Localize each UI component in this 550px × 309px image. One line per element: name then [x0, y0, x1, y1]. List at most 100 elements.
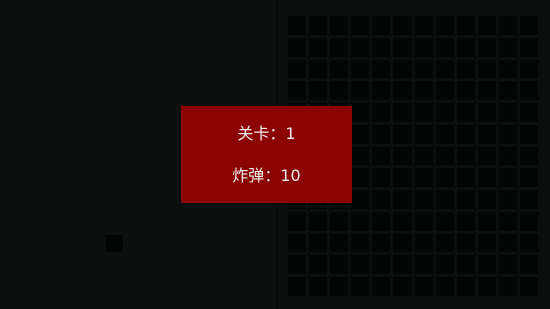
minefield-cell[interactable]	[309, 211, 328, 231]
minefield-cell[interactable]	[456, 16, 475, 35]
minefield-cell[interactable]	[477, 37, 496, 57]
minefield-cell[interactable]	[414, 255, 433, 275]
minefield-cell[interactable]	[498, 190, 517, 209]
minefield-cell[interactable]	[351, 124, 370, 144]
minefield-cell[interactable]	[330, 16, 349, 35]
minefield-cell[interactable]	[435, 277, 454, 296]
minefield-cell[interactable]	[351, 59, 370, 79]
minefield-cell[interactable]	[498, 146, 517, 166]
minefield-cell[interactable]	[372, 211, 391, 231]
minefield-cell[interactable]	[414, 59, 433, 79]
minefield-cell[interactable]	[414, 277, 433, 296]
minefield-cell[interactable]	[435, 81, 454, 101]
minefield-cell[interactable]	[330, 59, 349, 79]
minefield-cell[interactable]	[519, 211, 538, 231]
minefield-cell[interactable]	[477, 255, 496, 275]
minefield-cell[interactable]	[456, 190, 475, 209]
minefield-cell[interactable]	[519, 103, 538, 122]
minefield-cell[interactable]	[477, 16, 496, 35]
minefield-cell[interactable]	[456, 103, 475, 122]
minefield-cell[interactable]	[393, 255, 412, 275]
minefield-cell[interactable]	[330, 255, 349, 275]
minefield-cell[interactable]	[519, 168, 538, 188]
minefield-cell[interactable]	[351, 190, 370, 209]
minefield-cell[interactable]	[288, 81, 307, 101]
minefield-cell[interactable]	[456, 81, 475, 101]
minefield-cell[interactable]	[309, 81, 328, 101]
minefield-cell[interactable]	[519, 146, 538, 166]
minefield-cell[interactable]	[498, 103, 517, 122]
minefield-cell[interactable]	[435, 59, 454, 79]
minefield-cell[interactable]	[372, 277, 391, 296]
minefield-cell[interactable]	[498, 168, 517, 188]
minefield-cell[interactable]	[498, 211, 517, 231]
minefield-cell[interactable]	[372, 59, 391, 79]
minefield-cell[interactable]	[351, 81, 370, 101]
minefield-cell[interactable]	[498, 277, 517, 296]
minefield-cell[interactable]	[414, 103, 433, 122]
minefield-cell[interactable]	[456, 277, 475, 296]
minefield-cell[interactable]	[330, 233, 349, 253]
minefield-cell[interactable]	[288, 211, 307, 231]
minefield-cell[interactable]	[351, 37, 370, 57]
minefield-cell[interactable]	[288, 37, 307, 57]
minefield-cell[interactable]	[519, 59, 538, 79]
minefield-cell[interactable]	[435, 146, 454, 166]
minefield-cell[interactable]	[351, 146, 370, 166]
minefield-cell[interactable]	[456, 146, 475, 166]
minefield-cell[interactable]	[372, 255, 391, 275]
minefield-cell[interactable]	[309, 16, 328, 35]
minefield-cell[interactable]	[435, 255, 454, 275]
minefield-cell[interactable]	[372, 124, 391, 144]
minefield-cell[interactable]	[330, 277, 349, 296]
minefield-cell[interactable]	[435, 211, 454, 231]
minefield-cell[interactable]	[519, 190, 538, 209]
minefield-cell[interactable]	[456, 233, 475, 253]
minefield-cell[interactable]	[309, 37, 328, 57]
minefield-cell[interactable]	[519, 277, 538, 296]
minefield-cell[interactable]	[309, 255, 328, 275]
minefield-cell[interactable]	[393, 190, 412, 209]
minefield-cell[interactable]	[393, 59, 412, 79]
minefield-cell[interactable]	[330, 81, 349, 101]
minefield-cell[interactable]	[372, 233, 391, 253]
minefield-cell[interactable]	[435, 37, 454, 57]
minefield-cell[interactable]	[414, 211, 433, 231]
minefield-cell[interactable]	[351, 255, 370, 275]
minefield-cell[interactable]	[477, 81, 496, 101]
minefield-cell[interactable]	[477, 277, 496, 296]
minefield-cell[interactable]	[309, 233, 328, 253]
minefield-cell[interactable]	[351, 168, 370, 188]
minefield-cell[interactable]	[435, 16, 454, 35]
minefield-cell[interactable]	[414, 81, 433, 101]
minefield-cell[interactable]	[393, 124, 412, 144]
minefield-cell[interactable]	[372, 190, 391, 209]
minefield-cell[interactable]	[456, 211, 475, 231]
minefield-cell[interactable]	[414, 124, 433, 144]
minefield-cell[interactable]	[330, 37, 349, 57]
minefield-cell[interactable]	[477, 103, 496, 122]
minefield-cell[interactable]	[309, 59, 328, 79]
minefield-cell[interactable]	[351, 211, 370, 231]
minefield-cell[interactable]	[351, 277, 370, 296]
minefield-cell[interactable]	[372, 168, 391, 188]
minefield-cell[interactable]	[414, 233, 433, 253]
minefield-cell[interactable]	[477, 233, 496, 253]
minefield-cell[interactable]	[351, 103, 370, 122]
minefield-cell[interactable]	[288, 59, 307, 79]
minefield-cell[interactable]	[288, 233, 307, 253]
minefield-cell[interactable]	[519, 233, 538, 253]
minefield-cell[interactable]	[477, 59, 496, 79]
minefield-cell[interactable]	[519, 81, 538, 101]
minefield-cell[interactable]	[498, 59, 517, 79]
minefield-cell[interactable]	[498, 255, 517, 275]
minefield-cell[interactable]	[351, 16, 370, 35]
minefield-cell[interactable]	[414, 168, 433, 188]
minefield-cell[interactable]	[477, 146, 496, 166]
minefield-cell[interactable]	[456, 255, 475, 275]
minefield-cell[interactable]	[456, 168, 475, 188]
minefield-cell[interactable]	[435, 168, 454, 188]
minefield-cell[interactable]	[393, 16, 412, 35]
minefield-cell[interactable]	[519, 16, 538, 35]
minefield-cell[interactable]	[393, 81, 412, 101]
